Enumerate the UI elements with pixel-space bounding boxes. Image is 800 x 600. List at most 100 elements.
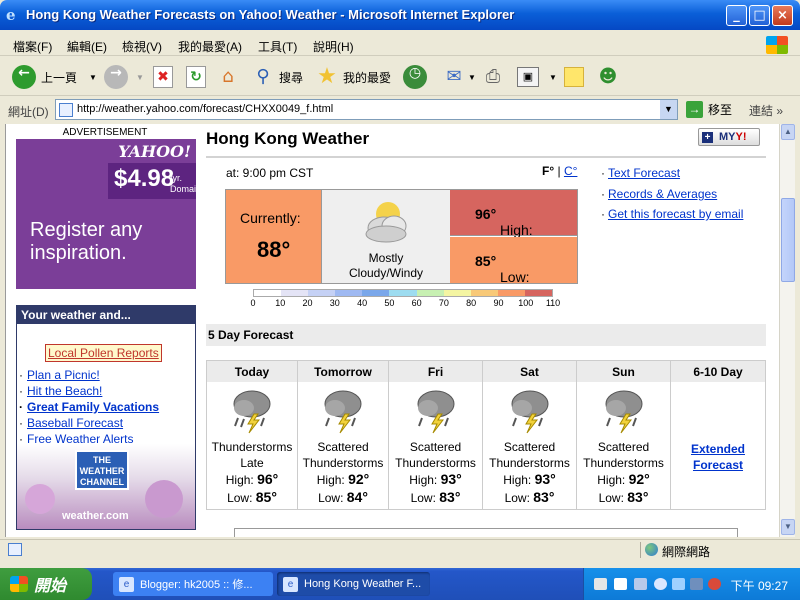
mail-dropdown-icon[interactable]: ▼ [468,73,476,82]
discuss-button[interactable] [564,64,584,90]
links-button[interactable]: 連結 » [749,102,783,119]
forecast-low: 85° [255,489,277,505]
security-zone: 網際網路 [662,545,711,559]
forecast-cond1: Scattered [409,440,462,454]
print-button[interactable]: ⎙ [481,64,505,90]
current-temp-panel: Currently: 88° [226,190,322,283]
baseball-forecast-link[interactable]: · Baseball Forecast [19,416,123,430]
scroll-down-icon[interactable]: ▼ [781,519,795,535]
back-dropdown-icon[interactable]: ▼ [89,73,97,82]
menu-view[interactable]: 檢視(V) [122,38,162,55]
forward-button[interactable]: → ▼ [104,64,144,90]
network-icon[interactable] [672,578,685,590]
taskbar-item-blogger[interactable]: e Blogger: hk2005 :: 修... [113,572,273,596]
search-label: 搜尋 [279,70,304,85]
celsius-link[interactable]: C° [564,164,577,178]
email-forecast-label: Get this forecast by email [608,207,744,221]
ime-icon[interactable] [634,578,647,590]
email-forecast-link[interactable]: · Get this forecast by email [601,207,743,221]
refresh-icon: ↻ [186,66,206,88]
yahoo-y-label: Y! [735,131,747,143]
help-icon[interactable] [614,578,627,590]
chevron-right-icon: » [776,104,784,118]
family-vacations-link[interactable]: · Great Family Vacations [19,400,159,414]
menu-bar: 檔案(F) 編輯(E) 檢視(V) 我的最愛(A) 工具(T) 說明(H) [0,34,800,56]
current-conditions: Currently: 88° Mostly Cloudy/Windy High:… [225,189,578,285]
forecast-high: 96° [257,471,279,487]
maximize-button[interactable]: □ [749,5,770,26]
messenger-button[interactable]: ☻ [596,64,620,90]
scale-tick: 60 [411,298,422,308]
title-divider [206,156,766,158]
stop-button[interactable]: ✖ [153,64,173,90]
scale-tick: 100 [518,298,534,308]
status-divider [640,542,641,558]
minimize-button[interactable]: _ [726,5,747,26]
chevron-left-icon[interactable] [654,578,667,590]
hit-beach-link[interactable]: · Hit the Beach! [19,384,102,398]
forecast-high-label: High: [503,473,532,487]
records-averages-label: Records & Averages [608,187,718,201]
thunderstorm-icon [511,390,548,434]
home-button[interactable]: ⌂ [216,64,240,90]
close-button[interactable]: × [772,5,793,26]
windows-logo-icon [766,36,788,54]
menu-help[interactable]: 說明(H) [313,38,354,55]
address-url[interactable]: http://weather.yahoo.com/forecast/CHXX00… [77,103,333,115]
scale-segment [362,290,390,296]
scale-segment [281,290,309,296]
scale-tick: 20 [302,298,313,308]
taskbar-item-weather[interactable]: e Hong Kong Weather F... [277,572,430,596]
start-button[interactable]: 開始 [0,568,92,600]
edit-button[interactable]: ▣ ▼ [517,64,557,90]
weather-channel-ad[interactable]: THE WEATHER CHANNEL weather.com [17,444,195,529]
title-bar[interactable]: e Hong Kong Weather Forecasts on Yahoo! … [0,0,800,30]
search-button[interactable]: ⚲ 搜尋 [252,64,303,90]
star-icon: ★ [317,64,337,89]
baseball-forecast-label: Baseball Forecast [27,416,124,430]
add-to-my-yahoo-button[interactable]: + MY Y! [698,128,760,146]
go-button[interactable]: → 移至 [686,99,732,120]
weather-channel-url: weather.com [62,510,129,522]
my-label: MY [719,131,736,143]
menu-tools[interactable]: 工具(T) [258,38,297,55]
links-label: 連結 [749,104,774,118]
vertical-scrollbar[interactable]: ▲ ▼ [779,124,795,537]
mail-button[interactable]: ✉ ▼ [442,64,476,90]
menu-favorites[interactable]: 我的最愛(A) [178,38,242,55]
unit-toggle: F° | C° [542,164,577,178]
messenger-icon: ☻ [598,66,618,87]
plan-picnic-link[interactable]: · Plan a Picnic! [19,368,100,382]
pollen-link[interactable]: Local Pollen Reports [45,344,162,362]
text-forecast-link[interactable]: · Text Forecast [601,166,680,180]
menu-edit[interactable]: 編輯(E) [67,38,107,55]
favorites-button[interactable]: ★ 我的最愛 [315,64,391,90]
edit-dropdown-icon[interactable]: ▼ [549,73,557,82]
scale-segment [524,290,553,296]
refresh-button[interactable]: ↻ [186,64,206,90]
scale-segment [497,290,525,296]
scroll-up-icon[interactable]: ▲ [781,124,795,140]
ad-label: ADVERTISEMENT [62,127,148,138]
address-bar: 網址(D) http://weather.yahoo.com/forecast/… [0,98,800,122]
forecast-high: 92° [348,471,370,487]
security-alert-icon[interactable] [708,578,721,590]
five-day-forecast-table: Today Thunderstorms Late High: 96° Low: 8… [206,360,766,510]
forecast-low: 83° [533,489,555,505]
unit-separator: | [557,164,561,178]
history-button[interactable]: ◷ [403,64,427,90]
scroll-thumb[interactable] [781,198,795,282]
scale-tick: 30 [329,298,340,308]
yahoo-domains-ad[interactable]: YAHOO! $4.98 /yr. Domains Register any i… [16,139,196,289]
speaker-icon[interactable] [690,578,703,590]
keyboard-icon[interactable] [594,578,607,590]
records-averages-link[interactable]: · Records & Averages [601,187,717,201]
next-section-box [234,528,738,537]
forward-dropdown-icon[interactable]: ▼ [136,73,144,82]
back-button[interactable]: ← 上一頁 ▼ [12,64,97,90]
menu-file[interactable]: 檔案(F) [13,38,52,55]
address-dropdown-icon[interactable]: ▼ [660,100,677,119]
extended-forecast-link[interactable]: Extended Forecast [671,441,765,473]
forecast-day-name: Tomorrow [298,361,388,382]
address-input[interactable]: http://weather.yahoo.com/forecast/CHXX00… [55,99,678,120]
